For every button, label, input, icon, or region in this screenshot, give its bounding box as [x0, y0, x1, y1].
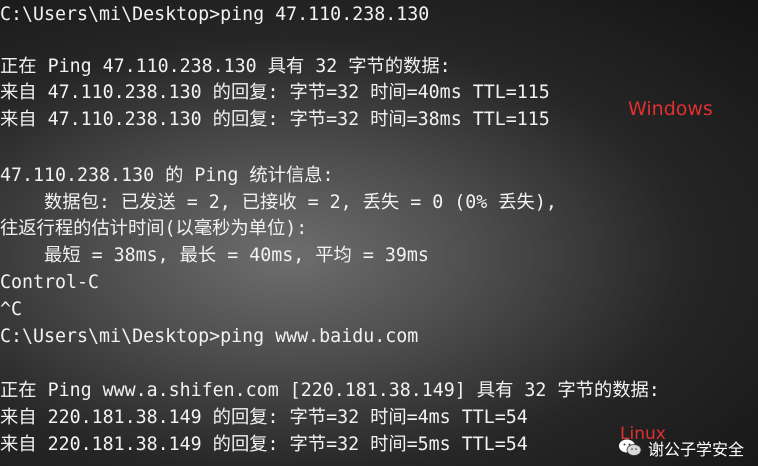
terminal-line: 数据包: 已发送 = 2, 已接收 = 2, 丢失 = 0 (0% 丢失),: [0, 192, 557, 213]
terminal-line: 47.110.238.130 的 Ping 统计信息:: [0, 165, 334, 186]
terminal-line: 正在 Ping www.a.shifen.com [220.181.38.149…: [0, 380, 660, 401]
terminal-line: 往返行程的估计时间(以毫秒为单位):: [0, 218, 308, 239]
terminal-line: 正在 Ping 47.110.238.130 具有 32 字节的数据:: [0, 56, 451, 77]
watermark-text: 谢公子学安全: [647, 440, 744, 459]
terminal-line: 来自 220.181.38.149 的回复: 字节=32 时间=4ms TTL=…: [0, 407, 528, 428]
terminal-line: C:\Users\mi\Desktop>ping www.baidu.com: [0, 326, 419, 347]
wechat-icon: [618, 438, 642, 458]
terminal-line: C:\Users\mi\Desktop>ping 47.110.238.130: [0, 4, 430, 25]
terminal-window[interactable]: C:\Users\mi\Desktop>ping 47.110.238.130 …: [0, 0, 758, 466]
terminal-line: ^C: [0, 299, 23, 320]
terminal-line: 最短 = 38ms, 最长 = 40ms, 平均 = 39ms: [0, 245, 429, 266]
watermark: 谢公子学安全: [618, 436, 744, 460]
terminal-line: Control-C: [0, 272, 100, 293]
windows-annotation: Windows: [628, 98, 713, 120]
terminal-line: 来自 220.181.38.149 的回复: 字节=32 时间=5ms TTL=…: [0, 434, 528, 455]
terminal-line: 来自 47.110.238.130 的回复: 字节=32 时间=40ms TTL…: [0, 82, 550, 103]
terminal-line: 来自 47.110.238.130 的回复: 字节=32 时间=38ms TTL…: [0, 109, 550, 130]
